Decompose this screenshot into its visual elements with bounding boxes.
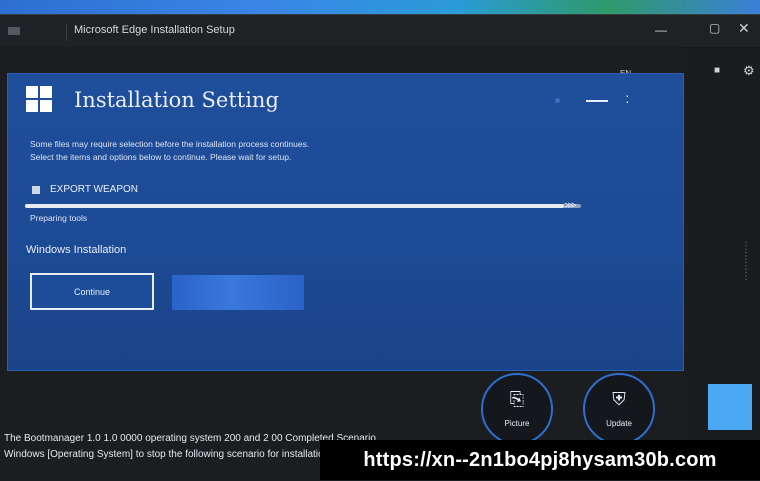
- language-indicator[interactable]: ■: [714, 65, 720, 76]
- close-icon[interactable]: ✕: [738, 20, 750, 37]
- section-heading: Windows Installation: [26, 244, 127, 256]
- status-dot-icon: [555, 98, 560, 103]
- progress-label: Preparing tools: [30, 213, 88, 223]
- minimize-icon[interactable]: —: [655, 23, 667, 37]
- title-bar: Microsoft Edge Installation Setup — ▢ ✕: [0, 15, 760, 47]
- progress-end-icon: ⋙: [564, 200, 577, 210]
- picture-action-label: Picture: [504, 419, 530, 428]
- footer-line-2: Windows [Operating System] to stop the f…: [4, 449, 330, 460]
- option-label: EXPORT WEAPON: [50, 184, 138, 195]
- windows-logo-icon: [26, 86, 52, 112]
- url-text: https://xn--2n1bo4pj8hysam30b.com: [363, 448, 717, 471]
- accent-tile[interactable]: [708, 384, 752, 430]
- progress-bar: [25, 204, 581, 208]
- page-title: Installation Setting: [74, 88, 279, 112]
- panel-minimize-icon[interactable]: [586, 100, 608, 102]
- document-icon: ⎘: [509, 389, 525, 409]
- shield-icon: ⛨: [612, 389, 626, 409]
- continue-button-label: Continue: [73, 286, 111, 297]
- settings-icon[interactable]: ⚙: [743, 63, 755, 79]
- primary-button[interactable]: [172, 275, 304, 310]
- continue-button[interactable]: Continue: [30, 273, 154, 310]
- description-line-1: Some files may require selection before …: [30, 139, 310, 149]
- window-title: Microsoft Edge Installation Setup: [74, 24, 235, 36]
- maximize-icon[interactable]: ▢: [709, 21, 720, 35]
- option-checkbox[interactable]: [32, 186, 40, 194]
- more-options-icon[interactable]: · ·: [625, 88, 630, 108]
- update-action-label: Update: [606, 419, 632, 428]
- description-text: Some files may require selection before …: [30, 138, 410, 164]
- picture-action-button[interactable]: ⎘ Picture: [481, 373, 553, 445]
- url-banner: https://xn--2n1bo4pj8hysam30b.com: [320, 440, 760, 480]
- title-divider: [66, 23, 67, 41]
- menu-icon[interactable]: [8, 27, 20, 35]
- update-action-button[interactable]: ⛨ Update: [583, 373, 655, 445]
- progress-fill: [25, 204, 565, 208]
- scroll-dots-icon: ⋮ ⋮ ⋮ ⋮: [741, 241, 751, 282]
- installer-panel: Installation Setting · · Some files may r…: [7, 73, 684, 371]
- description-line-2: Select the items and options below to co…: [30, 152, 292, 162]
